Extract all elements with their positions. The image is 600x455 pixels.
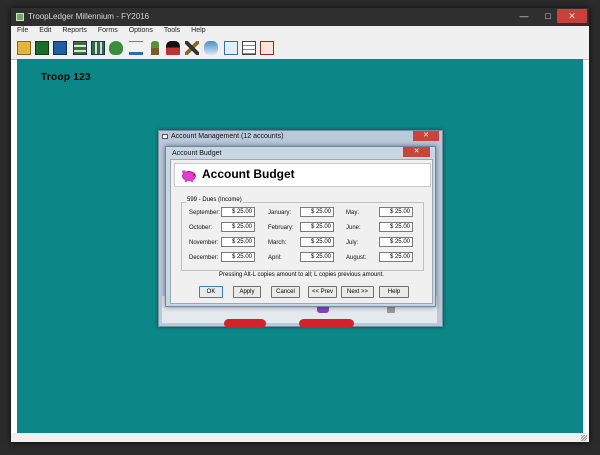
app-title: TroopLedger Millennium - FY2016 bbox=[28, 12, 150, 21]
january-amount-field[interactable]: $ 25.00 bbox=[300, 207, 334, 217]
header-title: Account Budget bbox=[202, 167, 295, 181]
tools-icon[interactable] bbox=[185, 41, 199, 55]
open-folder-icon[interactable] bbox=[17, 41, 31, 55]
october-amount-field[interactable]: $ 25.00 bbox=[221, 222, 255, 232]
month-label: November: bbox=[189, 240, 219, 246]
may-amount-field[interactable]: $ 25.00 bbox=[379, 207, 413, 217]
troop-label: Troop 123 bbox=[41, 72, 91, 83]
month-label: December: bbox=[189, 255, 219, 261]
apply-button[interactable]: Apply bbox=[233, 286, 261, 298]
menu-reports[interactable]: Reports bbox=[56, 26, 92, 34]
month-label: May: bbox=[346, 210, 360, 216]
dialog-close-button[interactable]: ✕ bbox=[403, 147, 430, 157]
march-amount-field[interactable]: $ 25.00 bbox=[300, 237, 334, 247]
july-amount-field[interactable]: $ 25.00 bbox=[379, 237, 413, 247]
shortcut-hint: Pressing Alt-L copies amount to all; L c… bbox=[219, 272, 384, 278]
menu-help[interactable]: Help bbox=[185, 26, 210, 34]
june-amount-field[interactable]: $ 25.00 bbox=[379, 222, 413, 232]
title-bar[interactable]: TroopLedger Millennium - FY2016 — □ ✕ bbox=[11, 8, 589, 26]
red-shape-icon bbox=[224, 319, 266, 328]
prev-button[interactable]: << Prev bbox=[308, 286, 337, 298]
month-label: July: bbox=[346, 240, 359, 246]
resize-grip[interactable] bbox=[581, 435, 587, 441]
september-amount-field[interactable]: $ 25.00 bbox=[221, 207, 255, 217]
minimize-button[interactable]: — bbox=[514, 9, 534, 23]
register-icon[interactable] bbox=[73, 41, 87, 55]
maximize-button[interactable]: □ bbox=[538, 9, 558, 23]
august-amount-field[interactable]: $ 25.00 bbox=[379, 252, 413, 262]
february-amount-field[interactable]: $ 25.00 bbox=[300, 222, 334, 232]
report-icon[interactable] bbox=[260, 41, 274, 55]
dialog-header: Account Budget bbox=[174, 163, 431, 187]
december-amount-field[interactable]: $ 25.00 bbox=[221, 252, 255, 262]
status-bar bbox=[11, 433, 589, 442]
april-amount-field[interactable]: $ 25.00 bbox=[300, 252, 334, 262]
scout-icon[interactable] bbox=[151, 41, 159, 55]
close-button[interactable]: ✕ bbox=[557, 9, 587, 23]
handshake-icon[interactable] bbox=[204, 41, 218, 55]
month-label: February: bbox=[268, 225, 294, 231]
month-label: March: bbox=[268, 240, 287, 246]
money-bag-icon[interactable] bbox=[109, 41, 123, 55]
scales-icon[interactable] bbox=[129, 41, 143, 55]
piggy-bank-icon bbox=[182, 170, 196, 182]
menu-tools[interactable]: Tools bbox=[158, 26, 185, 34]
month-label: June: bbox=[346, 225, 361, 231]
month-label: September: bbox=[189, 210, 221, 216]
ok-button[interactable]: OK bbox=[199, 286, 223, 298]
account-group-label: 599 - Dues (Income) bbox=[186, 197, 243, 203]
month-label: August: bbox=[346, 255, 367, 261]
november-amount-field[interactable]: $ 25.00 bbox=[221, 237, 255, 247]
menu-forms[interactable]: Forms bbox=[92, 26, 123, 34]
member-icon[interactable] bbox=[166, 41, 180, 55]
account-budget-dialog: Account Budget ✕ Account Budget 599 - Du… bbox=[165, 146, 436, 307]
grid-icon[interactable] bbox=[242, 41, 256, 55]
dialog-body: Account Budget 599 - Dues (Income) Septe… bbox=[170, 159, 433, 304]
account-window-close-button[interactable]: ✕ bbox=[413, 131, 439, 141]
dialog-title: Account Budget bbox=[172, 150, 222, 157]
save-as-icon[interactable] bbox=[53, 41, 67, 55]
save-icon[interactable] bbox=[35, 41, 49, 55]
menu-edit[interactable]: Edit bbox=[33, 26, 56, 34]
toolbar bbox=[11, 37, 589, 60]
window-menu-icon[interactable] bbox=[162, 134, 168, 139]
month-label: January: bbox=[268, 210, 292, 216]
menu-bar: File Edit Reports Forms Options Tools Help bbox=[11, 26, 589, 37]
month-label: April: bbox=[268, 255, 282, 261]
help-button[interactable]: Help bbox=[379, 286, 409, 298]
menu-file[interactable]: File bbox=[11, 26, 33, 34]
account-window-title: Account Management (12 accounts) bbox=[171, 133, 284, 140]
cancel-button[interactable]: Cancel bbox=[271, 286, 300, 298]
red-shape-icon bbox=[299, 319, 354, 328]
next-button[interactable]: Next >> bbox=[341, 286, 374, 298]
menu-options[interactable]: Options bbox=[123, 26, 158, 34]
ledger-icon[interactable] bbox=[91, 41, 105, 55]
notepad-icon[interactable] bbox=[224, 41, 238, 55]
month-label: October: bbox=[189, 225, 213, 231]
app-icon bbox=[16, 13, 24, 21]
